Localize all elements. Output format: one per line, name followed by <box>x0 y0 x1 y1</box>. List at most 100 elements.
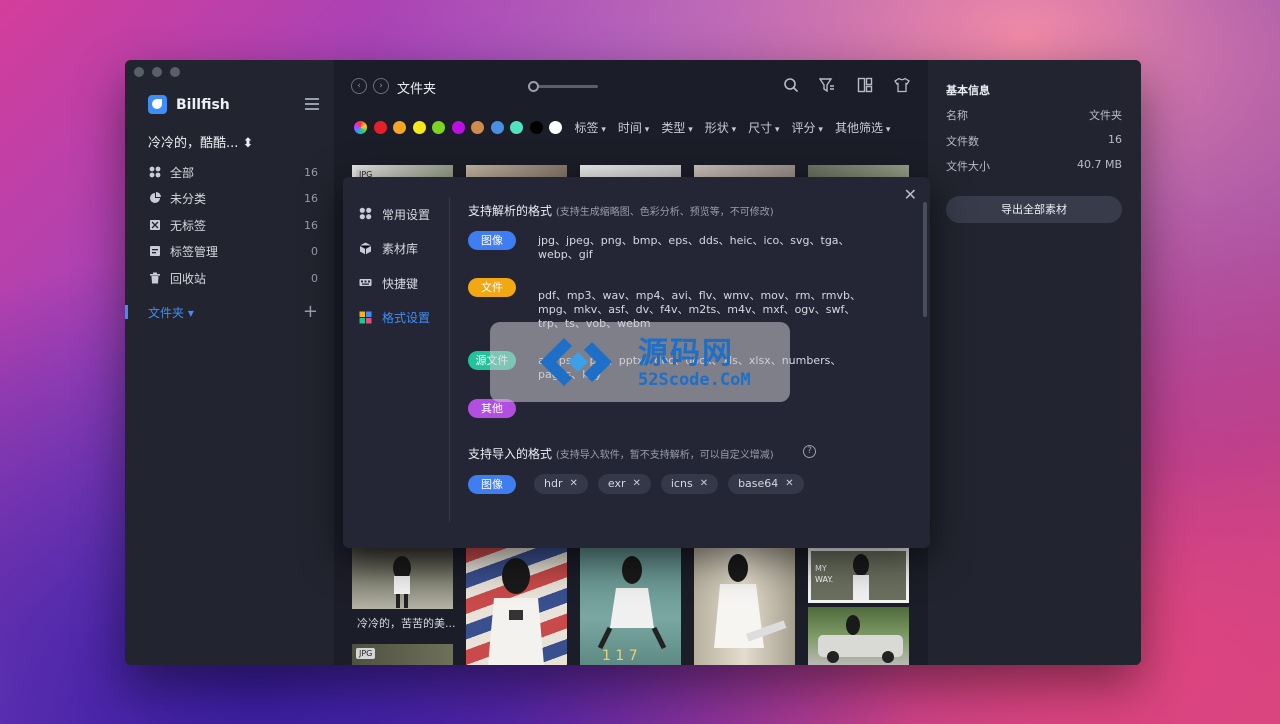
billfish-logo-icon <box>148 95 167 114</box>
info-value: 40.7 MB <box>1076 158 1122 171</box>
sidebar-item-trash[interactable]: 回收站 0 <box>148 265 318 292</box>
import-format-chips: hdr ✕ exr ✕ icns ✕ base64 ✕ <box>534 474 804 494</box>
format-tag-file: 文件 <box>468 278 516 297</box>
export-all-button[interactable]: 导出全部素材 <box>946 196 1122 223</box>
section-note: (支持导入软件，暂不支持解析，可以自定义增减) <box>555 450 774 461</box>
remove-format-icon[interactable]: ✕ <box>700 474 708 494</box>
search-icon[interactable] <box>782 77 800 95</box>
active-indicator <box>125 305 128 319</box>
window-controls <box>134 67 180 77</box>
thumbnail[interactable] <box>808 607 909 665</box>
sidebar-item-tag-management[interactable]: 标签管理 0 <box>148 239 318 266</box>
thumbnail-caption: 冷冷的，苦苦的美... <box>357 617 456 630</box>
info-row-file-count: 文件数 16 <box>946 133 1122 149</box>
filter-time[interactable]: 时间 <box>618 119 649 136</box>
settings-tab-library[interactable]: 素材库 <box>358 232 453 267</box>
menu-icon[interactable] <box>305 98 319 110</box>
settings-nav: 常用设置 素材库 快捷键 格式设置 <box>358 197 453 335</box>
thumbnail[interactable]: MY WAY. <box>808 548 909 603</box>
color-swatch-red[interactable] <box>373 120 387 134</box>
theme-shirt-icon[interactable] <box>893 77 911 95</box>
close-icon[interactable]: ✕ <box>904 185 917 204</box>
scrollbar[interactable] <box>923 202 927 317</box>
color-swatch-black[interactable] <box>529 120 543 134</box>
format-icon <box>358 311 372 325</box>
info-title: 基本信息 <box>946 84 990 97</box>
chip-label: hdr <box>544 477 563 490</box>
sidebar-item-label: 回收站 <box>170 271 207 286</box>
remove-format-icon[interactable]: ✕ <box>569 474 577 494</box>
color-swatch-white[interactable] <box>549 120 562 134</box>
slider-handle[interactable] <box>528 81 539 92</box>
color-swatch-cyan[interactable] <box>510 120 523 134</box>
settings-tab-label: 常用设置 <box>382 207 431 222</box>
filter-bar: 标签 时间 类型 形状 尺寸 评分 其他筛选 <box>354 118 896 136</box>
import-tag-image: 图像 <box>468 475 516 494</box>
sidebar-item-untagged[interactable]: 无标签 16 <box>148 212 318 239</box>
layout-icon[interactable] <box>856 77 874 95</box>
import-formats-title: 支持导入的格式 (支持导入软件，暂不支持解析，可以自定义增减) <box>468 445 774 462</box>
section-note: (支持生成缩略图、色彩分析、预览等，不可修改) <box>555 207 774 218</box>
settings-tab-label: 快捷键 <box>382 276 419 291</box>
section-title-text: 支持导入的格式 <box>468 447 553 461</box>
sidebar: Billfish 冷冷的，酷酷... ⬍ 全部 16 未分类 16 无标签 16… <box>125 60 334 665</box>
color-swatch-blue[interactable] <box>490 120 504 134</box>
page-title: 文件夹 <box>397 82 437 97</box>
filter-tag[interactable]: 标签 <box>575 119 606 136</box>
svg-text:WAY.: WAY. <box>815 575 833 584</box>
color-swatch-green[interactable] <box>432 120 445 134</box>
filter-shape[interactable]: 形状 <box>705 119 736 136</box>
library-selector[interactable]: 冷冷的，酷酷... ⬍ <box>148 132 253 151</box>
thumbnail[interactable] <box>352 548 453 609</box>
thumbnail[interactable]: JPG <box>352 644 453 665</box>
sidebar-item-all[interactable]: 全部 16 <box>148 159 318 186</box>
sidebar-item-uncategorized[interactable]: 未分类 16 <box>148 186 318 213</box>
zoom-window-button[interactable] <box>170 67 180 77</box>
all-colors-swatch[interactable] <box>354 120 367 134</box>
keyboard-icon <box>358 276 372 290</box>
watermark-text-cn: 源码网 <box>638 336 734 371</box>
filter-size[interactable]: 尺寸 <box>748 119 779 136</box>
minimize-window-button[interactable] <box>152 67 162 77</box>
filter-type[interactable]: 类型 <box>661 119 692 136</box>
remove-format-icon[interactable]: ✕ <box>785 474 793 494</box>
forward-button[interactable]: › <box>373 78 389 94</box>
remove-format-icon[interactable]: ✕ <box>632 474 640 494</box>
thumbnail[interactable] <box>466 548 567 665</box>
sidebar-item-count: 16 <box>304 192 318 206</box>
thumbnail-size-slider[interactable] <box>528 81 598 92</box>
svg-text:1 1 7: 1 1 7 <box>602 648 638 664</box>
close-window-button[interactable] <box>134 67 144 77</box>
chip-label: exr <box>607 477 626 490</box>
settings-tab-label: 素材库 <box>382 242 419 257</box>
settings-tab-general[interactable]: 常用设置 <box>358 197 453 232</box>
filter-icon[interactable] <box>818 77 836 95</box>
sidebar-item-count: 0 <box>311 245 318 259</box>
color-swatch-orange[interactable] <box>393 120 406 134</box>
format-chip: icns ✕ <box>660 474 719 494</box>
format-list-image: jpg、jpeg、png、bmp、eps、dds、heic、ico、svg、tg… <box>538 234 850 261</box>
info-key: 文件大小 <box>946 160 990 173</box>
filter-other[interactable]: 其他筛选 <box>835 119 890 136</box>
color-swatch-brown[interactable] <box>471 120 484 134</box>
info-key: 文件数 <box>946 135 979 148</box>
settings-tab-shortcuts[interactable]: 快捷键 <box>358 266 453 301</box>
settings-tab-formats[interactable]: 格式设置 <box>358 301 453 336</box>
back-button[interactable]: ‹ <box>351 78 367 94</box>
add-folder-button[interactable]: + <box>303 303 318 321</box>
sidebar-item-label: 未分类 <box>170 192 207 207</box>
watermark-logo-icon <box>538 336 612 388</box>
thumbnail[interactable]: 1 1 7 <box>580 548 681 665</box>
thumbnail[interactable] <box>694 548 795 665</box>
folder-section-toggle[interactable]: 文件夹 ▾ <box>148 304 303 321</box>
info-row-name: 名称 文件夹 <box>946 107 1122 123</box>
watermark: 源码网 52Scode.CoM <box>490 322 790 402</box>
svg-text:MY: MY <box>815 564 827 573</box>
help-icon[interactable]: ? <box>803 445 816 458</box>
info-row-file-size: 文件大小 40.7 MB <box>946 158 1122 174</box>
brand-name: Billfish <box>176 96 230 113</box>
color-swatch-yellow[interactable] <box>412 120 426 134</box>
filter-rating[interactable]: 评分 <box>792 119 823 136</box>
color-swatch-purple[interactable] <box>451 120 465 134</box>
sidebar-item-label: 标签管理 <box>170 245 219 260</box>
